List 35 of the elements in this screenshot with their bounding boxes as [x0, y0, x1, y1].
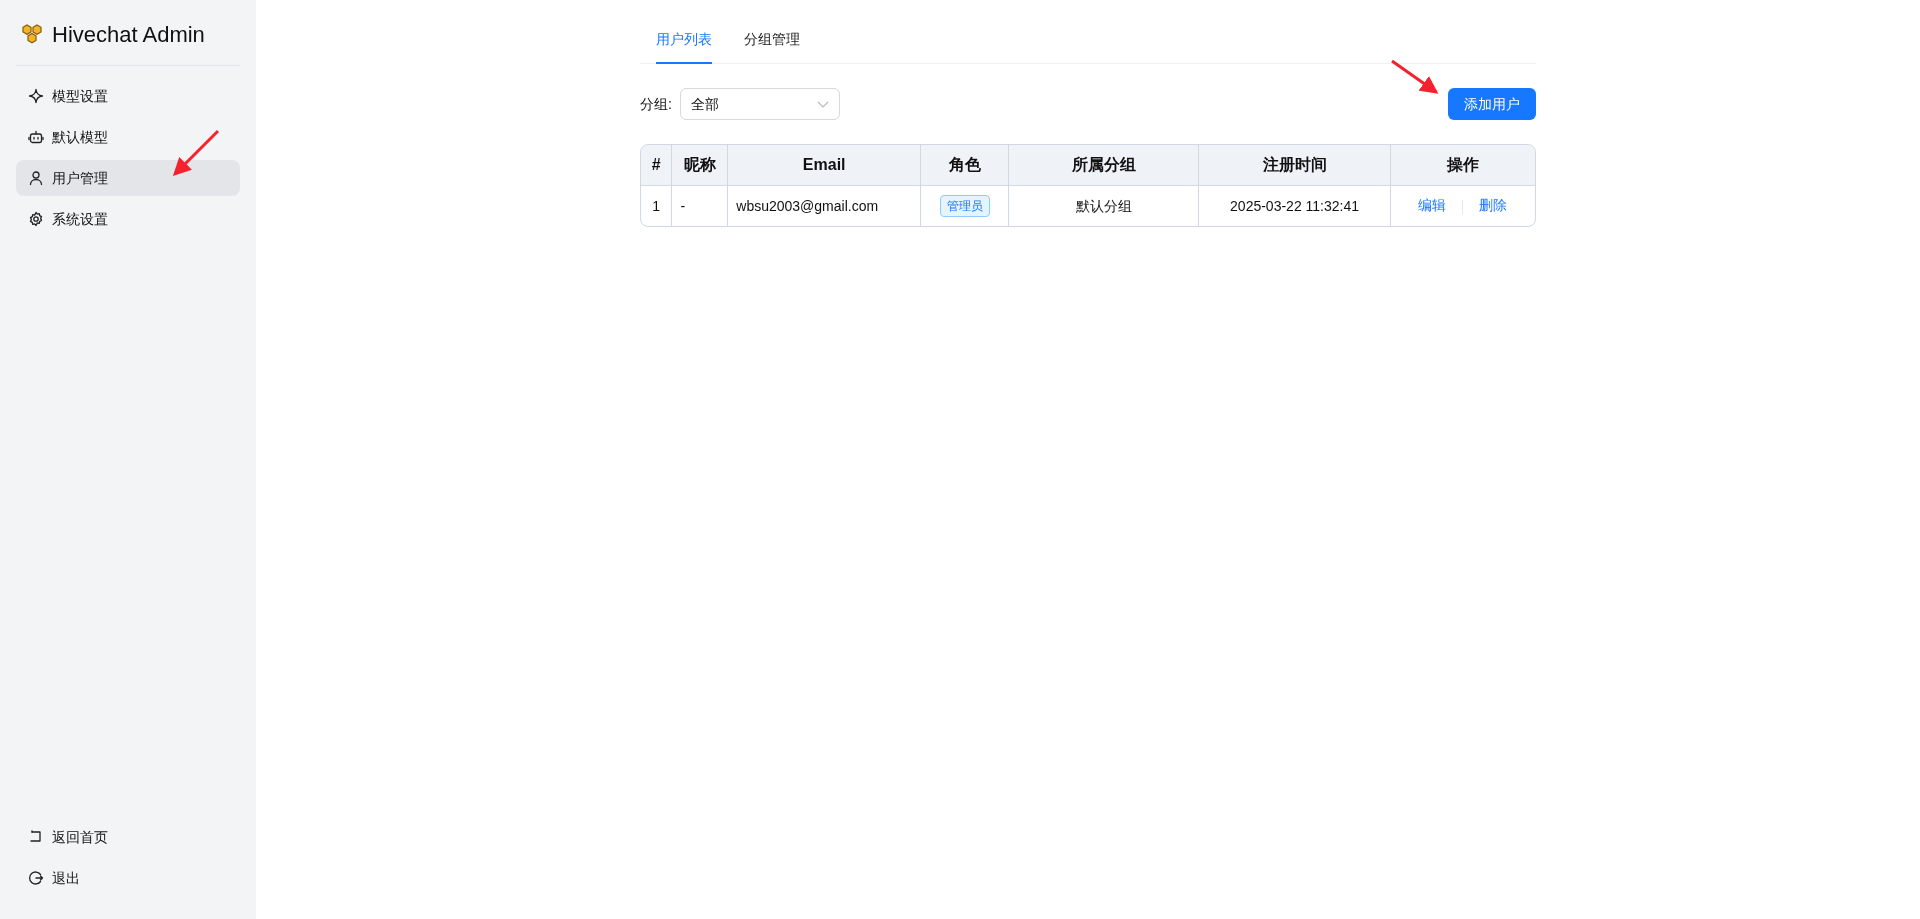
sidebar-item[interactable]: 退出	[16, 860, 240, 896]
column-header: 所属分组	[1008, 145, 1199, 186]
table-cell: 默认分组	[1008, 185, 1199, 227]
annotation-arrow	[172, 129, 220, 177]
sidebar-item[interactable]: 返回首页	[16, 819, 240, 855]
sidebar-item[interactable]: 默认模型	[16, 119, 240, 155]
return-icon	[28, 829, 44, 845]
action-link[interactable]: 删除	[1479, 198, 1508, 214]
column-header: Email	[727, 145, 921, 186]
column-header: 角色	[920, 145, 1009, 186]
column-header: #	[641, 145, 672, 186]
table-cell: wbsu2003@gmail.com	[727, 185, 921, 227]
user-icon	[28, 170, 44, 186]
sidebar-item[interactable]: 系统设置	[16, 201, 240, 237]
app-title: Hivechat Admin	[52, 21, 205, 49]
column-header: 操作	[1390, 145, 1535, 186]
add-user-button[interactable]: 添加用户	[1448, 88, 1536, 121]
tab[interactable]: 用户列表	[656, 20, 712, 65]
robot-icon	[28, 129, 44, 145]
settings-icon	[28, 211, 44, 227]
table-cell: 2025-03-22 11:32:41	[1198, 185, 1391, 227]
table-cell: 1	[641, 185, 672, 227]
column-header: 注册时间	[1198, 145, 1391, 186]
sparkle-icon	[28, 88, 44, 104]
sidebar-item[interactable]: 用户管理	[16, 160, 240, 196]
table-cell: -	[671, 185, 728, 227]
annotation-arrow	[1391, 59, 1439, 94]
role-tag: 管理员	[939, 195, 990, 217]
group-select[interactable]: 全部	[679, 88, 840, 121]
action-link[interactable]: 编辑	[1418, 198, 1447, 214]
tab[interactable]: 分组管理	[744, 20, 800, 65]
filter-label: 分组:	[640, 94, 672, 114]
column-header: 昵称	[671, 145, 728, 186]
logout-icon	[28, 870, 44, 886]
sidebar-item[interactable]: 模型设置	[16, 78, 240, 114]
